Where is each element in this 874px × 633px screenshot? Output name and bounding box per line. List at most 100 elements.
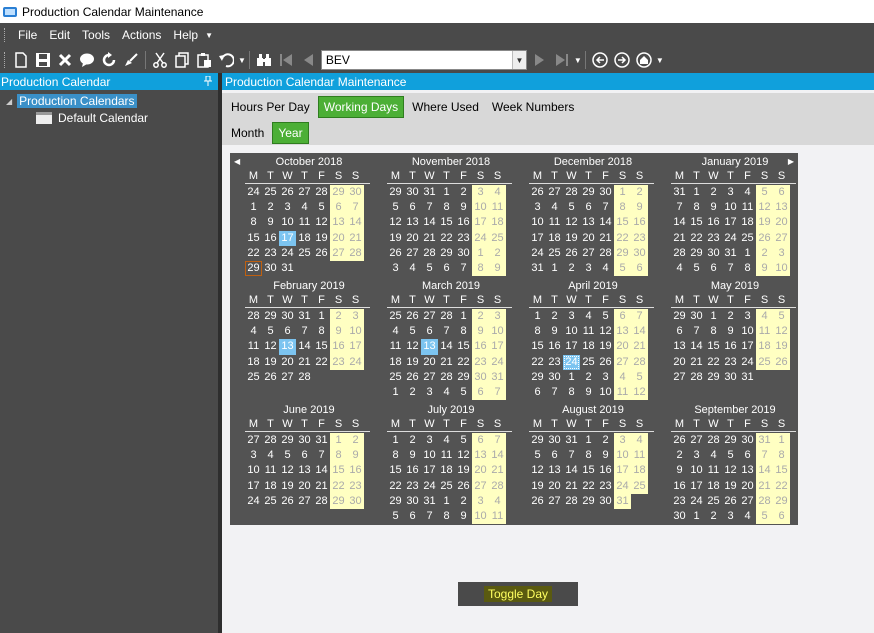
adjacent-month-day[interactable]: 30	[347, 185, 364, 201]
adjacent-month-day[interactable]: 26	[529, 185, 546, 200]
adjacent-month-day[interactable]: 4	[614, 369, 631, 385]
toggle-day-label[interactable]: Toggle Day	[483, 586, 553, 602]
calendar-day[interactable]: 17	[279, 230, 296, 246]
calendar-day[interactable]: 11	[705, 463, 722, 478]
calendar-day[interactable]: 19	[756, 215, 773, 231]
tab-working-days[interactable]: Working Days	[317, 95, 405, 118]
calendar-day[interactable]: 14	[347, 215, 364, 231]
calendar-day[interactable]: 27	[279, 370, 296, 385]
adjacent-month-day[interactable]: 5	[455, 385, 472, 400]
calendar-day[interactable]: 7	[296, 324, 313, 339]
adjacent-month-day[interactable]: 1	[739, 246, 756, 261]
calendar-day[interactable]: 12	[313, 215, 330, 230]
calendar-day[interactable]: 17	[489, 339, 506, 355]
calendar-day[interactable]: 10	[614, 448, 631, 464]
adjacent-month-day[interactable]: 3	[597, 370, 614, 385]
calendar-day[interactable]: 4	[387, 324, 404, 339]
calendar-day[interactable]: 29	[455, 370, 472, 385]
calendar-day[interactable]: 23	[347, 478, 364, 494]
calendar-day[interactable]: 22	[330, 478, 347, 494]
previous-record-icon[interactable]	[297, 49, 319, 71]
adjacent-month-day[interactable]: 9	[756, 260, 773, 277]
calendar-day[interactable]: 4	[546, 200, 563, 215]
refresh-icon[interactable]	[98, 49, 120, 71]
calendar-day[interactable]: 25	[739, 231, 756, 246]
adjacent-month-day[interactable]: 10	[773, 260, 790, 277]
calendar-day[interactable]: 29	[529, 370, 546, 385]
calendar-day[interactable]: 11	[489, 200, 506, 216]
adjacent-month-day[interactable]: 26	[404, 309, 421, 324]
calendar-day[interactable]: 8	[438, 200, 455, 215]
adjacent-month-day[interactable]: 30	[279, 309, 296, 324]
calendar-day[interactable]: 24	[279, 246, 296, 261]
calendar-id-value[interactable]: BEV	[322, 53, 512, 67]
calendar-day[interactable]: 3	[722, 185, 739, 200]
calendar-day[interactable]: 2	[347, 433, 364, 449]
adjacent-month-day[interactable]: 6	[705, 261, 722, 276]
calendar-day[interactable]: 28	[438, 370, 455, 385]
calendar-day[interactable]: 27	[614, 354, 631, 370]
calendar-day[interactable]: 22	[614, 230, 631, 246]
adjacent-month-day[interactable]: 31	[313, 433, 330, 448]
calendar-day[interactable]: 24	[563, 354, 580, 370]
toolbar-grip[interactable]	[4, 52, 6, 68]
calendar-day[interactable]: 22	[313, 355, 330, 370]
adjacent-month-day[interactable]: 4	[597, 261, 614, 276]
calendar-day[interactable]: 20	[739, 479, 756, 494]
adjacent-month-day[interactable]: 6	[773, 508, 790, 525]
adjacent-month-day[interactable]: 31	[671, 185, 688, 200]
calendar-day[interactable]: 20	[330, 230, 347, 246]
adjacent-month-day[interactable]: 29	[671, 309, 688, 324]
adjacent-month-day[interactable]: 24	[245, 185, 262, 200]
calendar-day[interactable]: 7	[688, 324, 705, 339]
calendar-day[interactable]: 28	[296, 370, 313, 385]
calendar-day[interactable]: 14	[563, 463, 580, 478]
calendar-day[interactable]: 30	[597, 494, 614, 509]
calendar-day[interactable]: 16	[705, 215, 722, 230]
calendar-day[interactable]: 7	[597, 200, 614, 215]
calendar-day[interactable]: 22	[387, 479, 404, 494]
calendar-day[interactable]: 9	[546, 324, 563, 339]
adjacent-month-day[interactable]: 30	[296, 433, 313, 448]
calendar-day[interactable]: 3	[563, 309, 580, 324]
calendar-day[interactable]: 2	[705, 185, 722, 200]
adjacent-month-day[interactable]: 2	[580, 370, 597, 385]
calendar-day[interactable]: 15	[705, 339, 722, 354]
calendar-day[interactable]: 23	[404, 479, 421, 494]
adjacent-month-day[interactable]: 3	[722, 509, 739, 524]
calendar-day[interactable]: 5	[529, 448, 546, 463]
calendar-day[interactable]: 10	[489, 324, 506, 340]
adjacent-month-day[interactable]: 29	[722, 433, 739, 448]
adjacent-month-day[interactable]: 4	[739, 509, 756, 524]
adjacent-month-day[interactable]: 9	[455, 509, 472, 524]
calendar-day[interactable]: 6	[580, 200, 597, 215]
calendar-day[interactable]: 18	[580, 339, 597, 354]
calendar-day[interactable]: 27	[739, 494, 756, 509]
calendar-day[interactable]: 8	[773, 448, 790, 464]
calendar-day[interactable]: 5	[773, 309, 790, 325]
adjacent-month-day[interactable]: 26	[279, 185, 296, 200]
adjacent-month-day[interactable]: 28	[563, 185, 580, 200]
calendar-day[interactable]: 13	[472, 448, 489, 464]
adjacent-month-day[interactable]: 30	[597, 185, 614, 200]
menu-file[interactable]: File	[12, 28, 43, 42]
adjacent-month-day[interactable]: 5	[387, 509, 404, 524]
calendar-day[interactable]: 25	[387, 370, 404, 385]
calendar-day[interactable]: 16	[671, 479, 688, 494]
calendar-day[interactable]: 21	[438, 355, 455, 370]
calendar-day[interactable]: 20	[472, 463, 489, 479]
toggle-day-button[interactable]: Toggle Day	[458, 582, 578, 606]
calendar-day[interactable]: 14	[313, 463, 330, 478]
calendar-day[interactable]: 6	[421, 324, 438, 339]
adjacent-month-day[interactable]: 2	[756, 245, 773, 261]
calendar-day[interactable]: 17	[739, 339, 756, 354]
calendar-day[interactable]: 3	[245, 448, 262, 463]
calendar-day[interactable]: 25	[245, 370, 262, 385]
adjacent-month-day[interactable]: 11	[489, 508, 506, 525]
calendar-day[interactable]: 15	[614, 215, 631, 231]
calendar-day[interactable]: 24	[489, 354, 506, 370]
calendar-day[interactable]: 6	[614, 309, 631, 325]
calendar-day[interactable]: 6	[671, 324, 688, 339]
calendar-day[interactable]: 21	[421, 231, 438, 246]
calendar-day[interactable]: 1	[455, 309, 472, 324]
